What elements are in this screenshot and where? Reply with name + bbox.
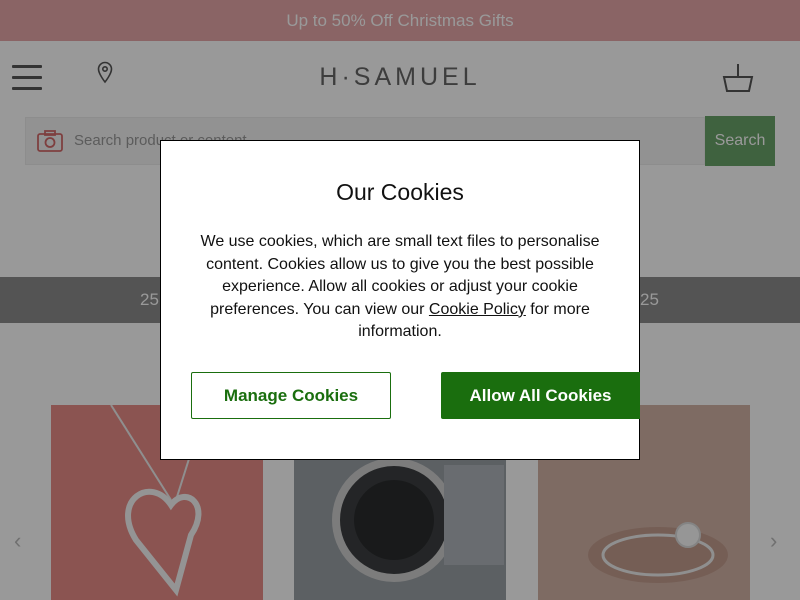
cookie-dialog-title: Our Cookies	[336, 179, 464, 205]
allow-all-cookies-button[interactable]: Allow All Cookies	[441, 372, 640, 419]
cookie-dialog-body: We use cookies, which are small text fil…	[186, 231, 614, 344]
cookie-dialog: Our Cookies We use cookies, which are sm…	[160, 140, 640, 460]
cookie-policy-link[interactable]: Cookie Policy	[429, 301, 526, 318]
manage-cookies-button[interactable]: Manage Cookies	[191, 372, 391, 419]
